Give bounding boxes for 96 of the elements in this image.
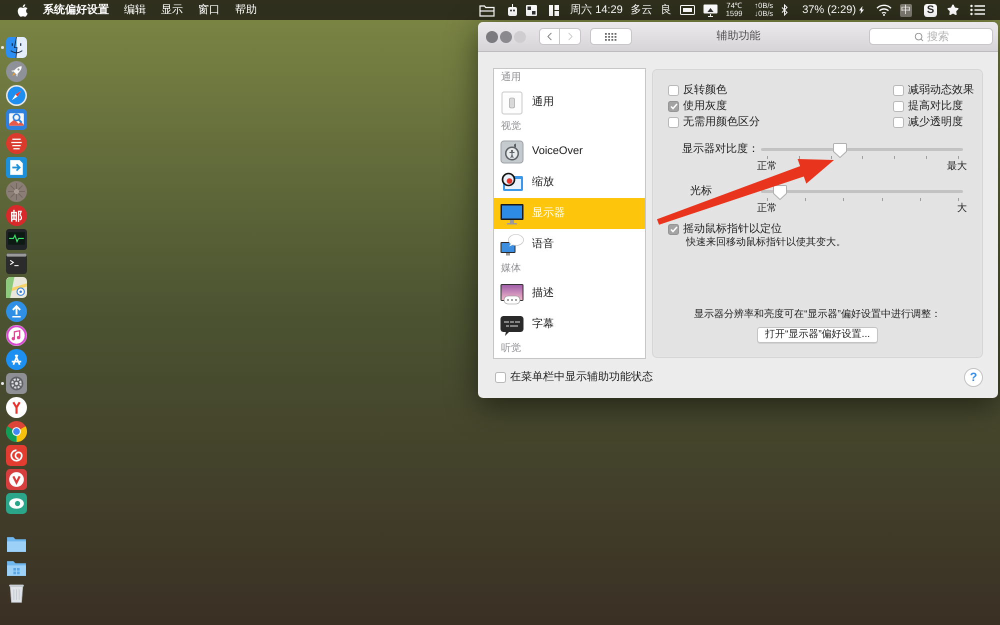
display-icon[interactable] [702, 4, 718, 16]
screen-bubble-icon [500, 282, 524, 306]
robot-icon[interactable] [507, 4, 518, 16]
option-label: 无需用颜色区分 [683, 114, 760, 130]
menu-item[interactable]: 帮助 [235, 2, 257, 18]
menu-item[interactable]: 系统偏好设置 [43, 2, 109, 18]
option-label: 摇动鼠标指针以定位 [683, 222, 782, 236]
map-icon[interactable] [6, 277, 27, 298]
eye-icon[interactable] [6, 493, 27, 514]
air-quality-text[interactable]: 良 [660, 2, 672, 18]
speech-monitor-icon [500, 232, 524, 256]
striped-circle-icon[interactable] [6, 133, 27, 154]
slider-tick [926, 156, 928, 159]
face-icon[interactable] [6, 37, 27, 58]
checkbox[interactable] [668, 100, 679, 112]
slider-tick [958, 156, 959, 159]
option-label: 减少透明度 [908, 114, 963, 130]
option-label: 提高对比度 [908, 98, 963, 114]
window-title: 辅助功能 [716, 29, 762, 44]
menu-item[interactable]: 窗口 [198, 2, 220, 18]
date-time[interactable]: 周六 14:29 [570, 2, 623, 18]
terminal-icon[interactable] [6, 253, 27, 274]
apple-icon[interactable] [17, 4, 28, 16]
search-icon [914, 32, 924, 42]
switch-icon [500, 90, 524, 114]
list-icon[interactable] [970, 4, 986, 16]
trash-icon[interactable] [6, 582, 27, 603]
slider-max-label: 最大 [947, 161, 967, 173]
option-label: 反转颜色 [683, 82, 727, 98]
slider-label: 显示器对比度： [682, 143, 759, 155]
slider-tick [767, 198, 768, 201]
option-label: 使用灰度 [683, 98, 727, 114]
v-logo-icon[interactable] [6, 469, 27, 490]
columns-icon[interactable] [549, 4, 560, 16]
slider-track[interactable] [761, 143, 963, 158]
checkbox[interactable] [893, 84, 904, 96]
slider-max-label: 大 [957, 203, 967, 215]
checkbox[interactable] [668, 224, 679, 234]
swirl-icon[interactable] [6, 445, 27, 466]
tiles-icon[interactable] [526, 4, 538, 16]
menu-item[interactable]: 显示 [161, 2, 183, 18]
checkmark-icon [670, 226, 678, 232]
input-app-logo[interactable]: S [924, 4, 937, 16]
section-header: 听觉 [501, 343, 521, 355]
weather-text[interactable]: 多云 [630, 2, 653, 18]
wifi-icon[interactable] [876, 4, 892, 16]
folder-outline-icon[interactable] [479, 4, 496, 16]
arrow-page-icon[interactable] [6, 157, 27, 178]
charging-bolt-icon [859, 6, 864, 14]
menu-item[interactable]: 编辑 [124, 2, 146, 18]
screen-icon[interactable] [680, 5, 695, 15]
photo-magnifier-icon[interactable] [6, 109, 27, 130]
section-header: 视觉 [501, 121, 521, 133]
section-header: 媒体 [501, 263, 521, 275]
checkbox[interactable] [495, 372, 506, 382]
section-header: 通用 [501, 72, 521, 84]
checkbox[interactable] [893, 100, 904, 112]
option-description: 快速来回移动鼠标指针以使其变大。 [686, 237, 846, 249]
slider-thumb[interactable] [832, 143, 847, 158]
slider-tick [958, 198, 959, 201]
segmented-circle-icon[interactable] [6, 421, 27, 442]
monitor-icon [500, 202, 524, 226]
option-label: 在菜单栏中显示辅助功能状态 [510, 370, 653, 385]
pulse-monitor-icon[interactable] [6, 229, 27, 250]
accessibility-figure-icon [500, 140, 524, 164]
slider-tick [767, 156, 768, 159]
star-icon[interactable] [947, 4, 959, 16]
gear-icon[interactable] [6, 373, 27, 394]
y-logo-icon[interactable] [6, 397, 27, 418]
checkbox[interactable] [668, 84, 679, 96]
slider-tick [805, 198, 806, 201]
slider-thumb[interactable] [773, 185, 788, 200]
close-button[interactable] [486, 30, 498, 42]
checkbox[interactable] [893, 116, 904, 128]
rocket-icon[interactable] [6, 61, 27, 82]
battery-status[interactable]: 37% (2:29) [802, 2, 856, 18]
option-label: 减弱动态效果 [908, 82, 974, 98]
slider-min-label: 正常 [757, 161, 777, 173]
slider-label: 光标 [690, 185, 712, 197]
checkmark-icon [670, 102, 678, 110]
display-note: 显示器分辨率和亮度可在“显示器”偏好设置中进行调整： [694, 309, 941, 321]
compass-icon[interactable] [6, 85, 27, 106]
checkbox[interactable] [668, 116, 679, 128]
music-note-icon[interactable] [6, 325, 27, 346]
letter-a-icon[interactable] [6, 349, 27, 370]
bluetooth-icon[interactable] [781, 4, 788, 16]
input-method-badge[interactable]: 中 [900, 4, 912, 16]
slider-tick [798, 156, 800, 159]
show-all-button[interactable] [590, 28, 632, 45]
slider-min-label: 正常 [757, 203, 777, 215]
slider-track[interactable] [761, 185, 963, 200]
minimize-button[interactable] [500, 30, 512, 42]
open-displays-button[interactable]: 打开“显示器”偏好设置... [757, 327, 878, 343]
grid-icon [605, 32, 617, 40]
slider-tick [920, 198, 921, 201]
search-field[interactable]: 搜索 [869, 28, 993, 45]
